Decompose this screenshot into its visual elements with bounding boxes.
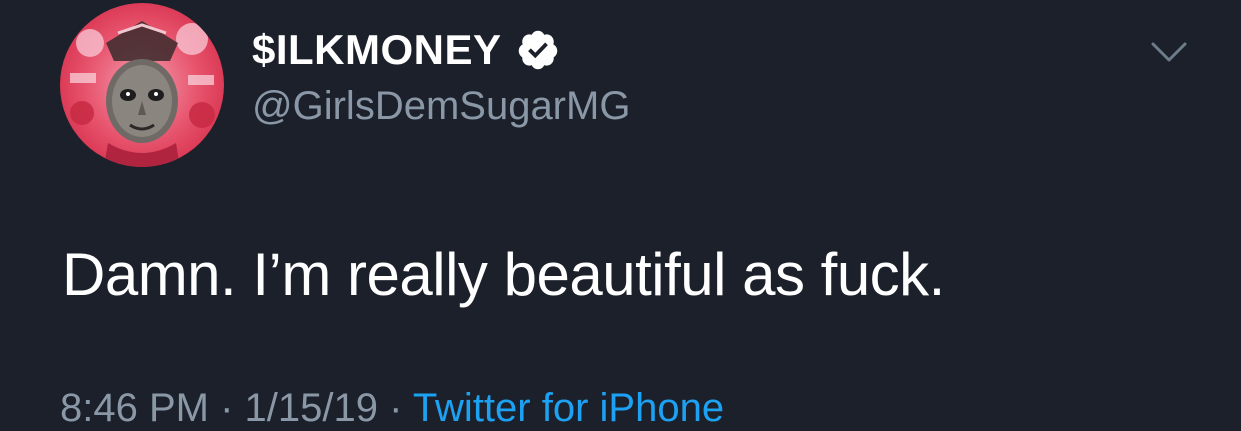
tweet-source-link[interactable]: Twitter for iPhone <box>413 386 724 430</box>
user-name-row[interactable]: $ILKMONEY <box>252 24 560 76</box>
display-name[interactable]: $ILKMONEY <box>252 26 502 74</box>
meta-separator: · <box>377 386 413 430</box>
tweet-container: $ILKMONEY @GirlsDemSugarMG Damn. I’m rea… <box>0 0 1241 430</box>
verified-badge-icon <box>516 28 560 72</box>
avatar[interactable] <box>60 3 224 167</box>
tweet-text: Damn. I’m really beautiful as fuck. <box>62 241 945 308</box>
tweet-time[interactable]: 8:46 PM <box>60 386 209 430</box>
avatar-image <box>60 3 224 167</box>
tweet-meta: 8:46 PM · 1/15/19 · Twitter for iPhone <box>60 386 724 431</box>
tweet-date[interactable]: 1/15/19 <box>245 386 378 430</box>
user-handle[interactable]: @GirlsDemSugarMG <box>252 84 630 129</box>
chevron-down-icon[interactable] <box>1149 38 1189 66</box>
meta-separator: · <box>208 386 245 430</box>
